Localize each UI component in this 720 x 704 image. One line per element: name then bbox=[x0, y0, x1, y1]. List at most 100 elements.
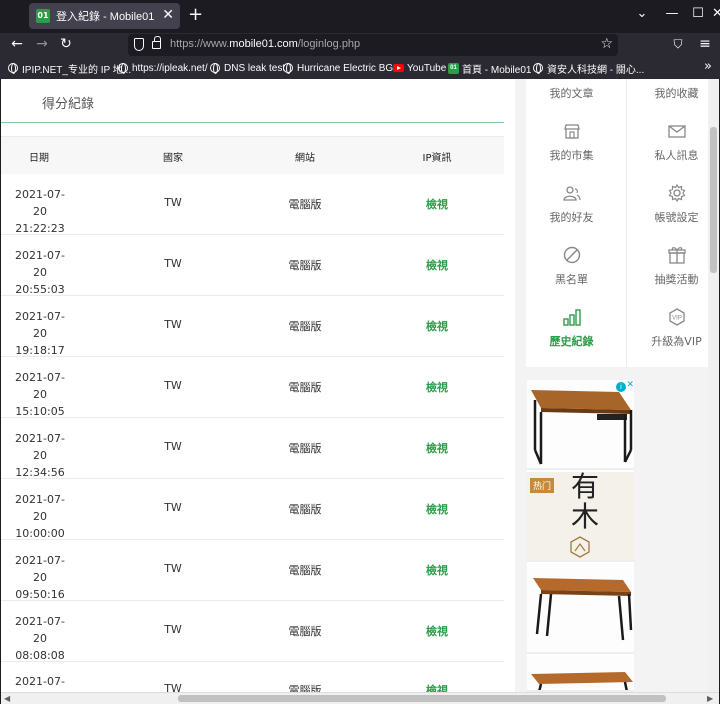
chevron-down-icon[interactable]: ⌄ bbox=[632, 6, 652, 22]
ad-close-icon[interactable]: ✕ bbox=[626, 380, 634, 390]
menu-item-upgrade-vip[interactable]: VIP 升級為VIP bbox=[631, 301, 719, 363]
mobile01-icon: 01 bbox=[448, 62, 459, 74]
ad-image-table[interactable] bbox=[527, 564, 634, 654]
url-bar[interactable]: https://www.mobile01.com/loginlog.php ☆ bbox=[128, 34, 618, 56]
pocket-icon[interactable]: ⛉ bbox=[670, 36, 686, 52]
login-country: TW bbox=[164, 562, 182, 575]
login-country: TW bbox=[164, 440, 182, 453]
scroll-right-icon[interactable]: ▶ bbox=[707, 694, 713, 703]
ad-info-icon[interactable]: i bbox=[616, 382, 626, 392]
bar-chart-icon bbox=[563, 309, 581, 326]
reload-icon[interactable]: ↻ bbox=[58, 36, 74, 52]
table-image bbox=[527, 564, 634, 652]
ip-view-link[interactable]: 檢視 bbox=[417, 318, 457, 334]
sidebar: 我的文章 我的收藏 我的市集 私人訊息 我的好友 帳號設定 黑名單 抽獎活動 歷… bbox=[515, 79, 708, 692]
column-header-ip: IP資訊 bbox=[422, 153, 452, 164]
forward-icon[interactable]: → bbox=[34, 36, 50, 52]
scroll-left-icon[interactable]: ◀ bbox=[4, 694, 10, 703]
table-row: 2021-07-20 10:00:00 TW 電腦版 檢視 bbox=[1, 479, 504, 540]
login-site: 電腦版 bbox=[288, 320, 322, 333]
menu-item-label: 抽獎活動 bbox=[654, 273, 699, 286]
menu-item-label: 我的市集 bbox=[549, 149, 594, 162]
table-row: 2021-07-20 20:55:03 TW 電腦版 檢視 bbox=[1, 235, 504, 296]
login-site: 電腦版 bbox=[288, 381, 322, 394]
ip-view-link[interactable]: 檢視 bbox=[417, 196, 457, 212]
maximize-icon[interactable]: ☐ bbox=[688, 6, 708, 22]
menu-item-my-favorites[interactable]: 我的收藏 bbox=[631, 79, 719, 115]
ad-image-desk[interactable]: i ✕ bbox=[527, 380, 634, 470]
menu-icon[interactable]: ≡ bbox=[697, 36, 713, 52]
lock-icon[interactable] bbox=[152, 36, 161, 49]
menu-item-label: 帳號設定 bbox=[654, 211, 699, 224]
close-window-icon[interactable]: ✕ bbox=[712, 6, 720, 22]
back-icon[interactable]: ← bbox=[9, 36, 25, 52]
star-icon[interactable]: ☆ bbox=[600, 36, 613, 52]
login-site: 電腦版 bbox=[288, 625, 322, 638]
chevron-double-right-icon[interactable]: » bbox=[704, 59, 712, 74]
divider bbox=[626, 79, 627, 367]
bookmark-item[interactable]: https://ipleak.net/ bbox=[118, 61, 208, 75]
tracking-shield-icon[interactable] bbox=[134, 38, 144, 51]
menu-item-lottery[interactable]: 抽獎活動 bbox=[631, 239, 719, 301]
login-country: TW bbox=[164, 196, 182, 209]
bookmark-item[interactable]: DNS leak test bbox=[210, 61, 285, 75]
horizontal-scrollbar[interactable]: ◀ ▶ bbox=[1, 692, 719, 704]
member-menu: 我的文章 我的收藏 我的市集 私人訊息 我的好友 帳號設定 黑名單 抽獎活動 歷… bbox=[526, 79, 708, 367]
menu-item-history[interactable]: 歷史紀錄 bbox=[526, 301, 617, 363]
menu-item-my-friends[interactable]: 我的好友 bbox=[526, 177, 617, 239]
login-country: TW bbox=[164, 682, 182, 692]
block-icon bbox=[563, 246, 581, 264]
tab-strip: 01 登入紀錄 - Mobile01 ✕ + ⌄ — ☐ ✕ bbox=[0, 0, 720, 33]
column-header-country: 國家 bbox=[163, 153, 183, 164]
ip-view-link[interactable]: 檢視 bbox=[417, 501, 457, 517]
ip-view-link[interactable]: 檢視 bbox=[417, 379, 457, 395]
brand-logo: 有木 bbox=[570, 472, 599, 533]
menu-item-label: 升級為VIP bbox=[651, 335, 702, 348]
login-country: TW bbox=[164, 379, 182, 392]
store-icon bbox=[564, 124, 580, 139]
table-row: 2021-07-20 09:50:16 TW 電腦版 檢視 bbox=[1, 540, 504, 601]
login-country: TW bbox=[164, 318, 182, 331]
url-text[interactable]: https://www.mobile01.com/loginlog.php bbox=[170, 38, 360, 50]
tab-close-icon[interactable]: ✕ bbox=[162, 8, 174, 22]
ip-view-link[interactable]: 檢視 bbox=[417, 623, 457, 639]
new-tab-icon[interactable]: + bbox=[188, 6, 203, 24]
minimize-icon[interactable]: — bbox=[662, 6, 682, 22]
menu-item-blacklist[interactable]: 黑名單 bbox=[526, 239, 617, 301]
bookmark-item[interactable]: 資安人科技網 - 關心... bbox=[533, 61, 644, 76]
gear-icon bbox=[668, 183, 686, 203]
globe-icon bbox=[8, 63, 18, 74]
login-date: 2021-07-20 09:50:16 bbox=[15, 554, 65, 601]
ad-image-table-2[interactable] bbox=[527, 656, 634, 692]
ip-view-link[interactable]: 檢視 bbox=[417, 682, 457, 692]
globe-icon bbox=[533, 63, 543, 74]
table-row: 2021-07-20 TW 電腦版 檢視 bbox=[1, 662, 504, 692]
section-title: 得分紀錄 bbox=[42, 97, 95, 112]
ip-view-link[interactable]: 檢視 bbox=[417, 562, 457, 578]
login-date: 2021-07-20 15:10:05 bbox=[15, 371, 65, 418]
login-site: 電腦版 bbox=[288, 259, 322, 272]
menu-item-private-messages[interactable]: 私人訊息 bbox=[631, 115, 719, 177]
gift-icon bbox=[668, 247, 686, 264]
menu-item-my-market[interactable]: 我的市集 bbox=[526, 115, 617, 177]
login-site: 電腦版 bbox=[288, 198, 322, 211]
bookmark-item[interactable]: Hurricane Electric BG... bbox=[283, 61, 401, 75]
bookmark-item[interactable]: YouTube bbox=[393, 61, 446, 75]
ip-view-link[interactable]: 檢視 bbox=[417, 440, 457, 456]
menu-item-account-settings[interactable]: 帳號設定 bbox=[631, 177, 719, 239]
horizontal-scroll-thumb[interactable] bbox=[178, 695, 666, 702]
tab-active[interactable]: 01 登入紀錄 - Mobile01 ✕ bbox=[29, 3, 180, 29]
login-site: 電腦版 bbox=[288, 503, 322, 516]
login-date: 2021-07-20 10:00:00 bbox=[15, 493, 65, 540]
login-site: 電腦版 bbox=[288, 684, 322, 692]
menu-item-label: 私人訊息 bbox=[654, 149, 699, 162]
menu-item-my-articles[interactable]: 我的文章 bbox=[526, 79, 617, 115]
bookmark-item[interactable]: IPIP.NET_专业的 IP 地... bbox=[8, 61, 131, 76]
advertisement[interactable]: i ✕ 热门 有木 bbox=[527, 380, 634, 692]
vertical-scroll-thumb[interactable] bbox=[710, 127, 717, 273]
page-viewport: 得分紀錄 日期 國家 網站 IP資訊 2021-07-20 21:22:23 TW… bbox=[1, 79, 719, 692]
ad-image-brand[interactable]: 热门 有木 bbox=[527, 472, 634, 562]
ip-view-link[interactable]: 檢視 bbox=[417, 257, 457, 273]
vertical-scrollbar[interactable] bbox=[708, 79, 719, 692]
bookmark-item[interactable]: 01 首頁 - Mobile01 bbox=[448, 61, 531, 76]
